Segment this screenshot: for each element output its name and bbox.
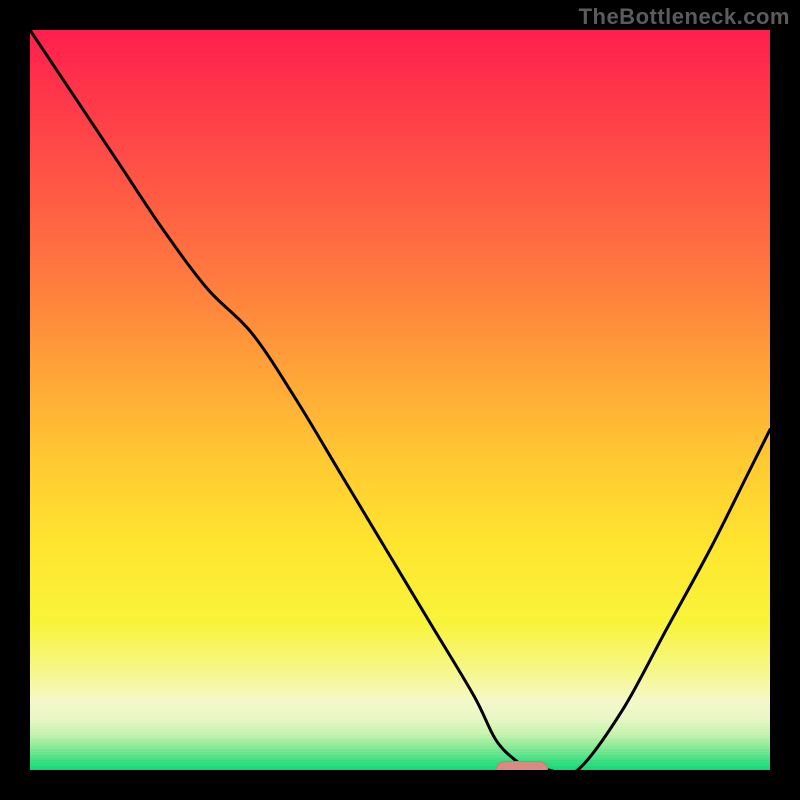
curve-layer xyxy=(30,30,770,770)
watermark-text: TheBottleneck.com xyxy=(579,4,790,30)
chart-frame: TheBottleneck.com xyxy=(0,0,800,800)
optimal-marker xyxy=(496,761,548,770)
plot-area xyxy=(30,30,770,770)
bottleneck-curve xyxy=(30,30,770,770)
